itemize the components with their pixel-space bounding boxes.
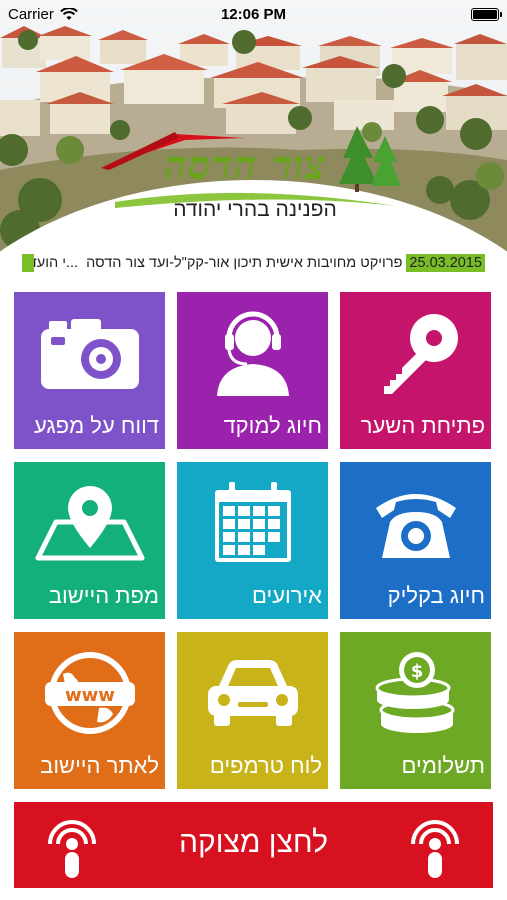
header-banner: צור הדסה הפנינה בהרי יהודה Carrier 12:06… [0, 0, 507, 282]
tile-click-dial[interactable]: חיוג בקליק [340, 462, 491, 619]
logo-title: צור הדסה [163, 142, 327, 189]
tile-label: פתיחת השער [360, 413, 485, 438]
tile-label: מפת היישוב [48, 583, 159, 608]
tile-rideshare[interactable]: לוח טרמפים [177, 632, 328, 789]
telephone-icon [340, 478, 491, 568]
map-pin-icon [14, 478, 165, 568]
coins-icon: $ [340, 648, 491, 738]
app-logo: צור הדסה הפנינה בהרי יהודה [95, 122, 415, 232]
tile-label: לאתר היישוב [40, 753, 159, 778]
wifi-icon [60, 7, 78, 20]
svg-text:$: $ [410, 661, 423, 682]
car-icon [177, 648, 328, 738]
logo-subtitle: הפנינה בהרי יהודה [173, 198, 337, 221]
ticker-marker [22, 254, 34, 272]
tile-label: דווח על מפגע [34, 413, 159, 438]
alarm-person-icon [411, 820, 459, 878]
tile-payments[interactable]: $ תשלומים [340, 632, 491, 789]
calendar-icon [177, 478, 328, 568]
tile-village-map[interactable]: מפת היישוב [14, 462, 165, 619]
svg-text:www: www [65, 685, 115, 706]
status-bar: Carrier 12:06 PM [0, 0, 507, 28]
globe-www-icon: www [14, 648, 165, 738]
status-left: Carrier [8, 6, 78, 23]
tile-label: אירועים [252, 583, 322, 608]
camera-icon [14, 308, 165, 398]
news-ticker[interactable]: 25.03.2015 פרויקט מחויבות אישית תיכון או… [22, 252, 485, 274]
ticker-track: 25.03.2015 פרויקט מחויבות אישית תיכון או… [25, 252, 485, 274]
panic-button[interactable]: לחצן מצוקה [14, 802, 493, 888]
ticker-date: 25.03.2015 [406, 254, 485, 272]
carrier-label: Carrier [8, 5, 54, 23]
key-icon [340, 308, 491, 398]
tile-label: חיוג למוקד [223, 413, 322, 438]
tile-call-center[interactable]: חיוג למוקד [177, 292, 328, 449]
tile-events[interactable]: אירועים [177, 462, 328, 619]
battery-icon [471, 7, 502, 21]
ticker-text: פרויקט מחויבות אישית תיכון אור-קק"ל-ועד … [86, 255, 403, 271]
operator-headset-icon [177, 308, 328, 398]
tile-report-hazard[interactable]: דווח על מפגע [14, 292, 165, 449]
tile-open-gate[interactable]: פתיחת השער [340, 292, 491, 449]
tile-village-website[interactable]: www לאתר היישוב [14, 632, 165, 789]
tile-label: תשלומים [401, 753, 486, 778]
tile-label: חיוג בקליק [387, 583, 485, 608]
tile-label: לוח טרמפים [209, 753, 322, 778]
